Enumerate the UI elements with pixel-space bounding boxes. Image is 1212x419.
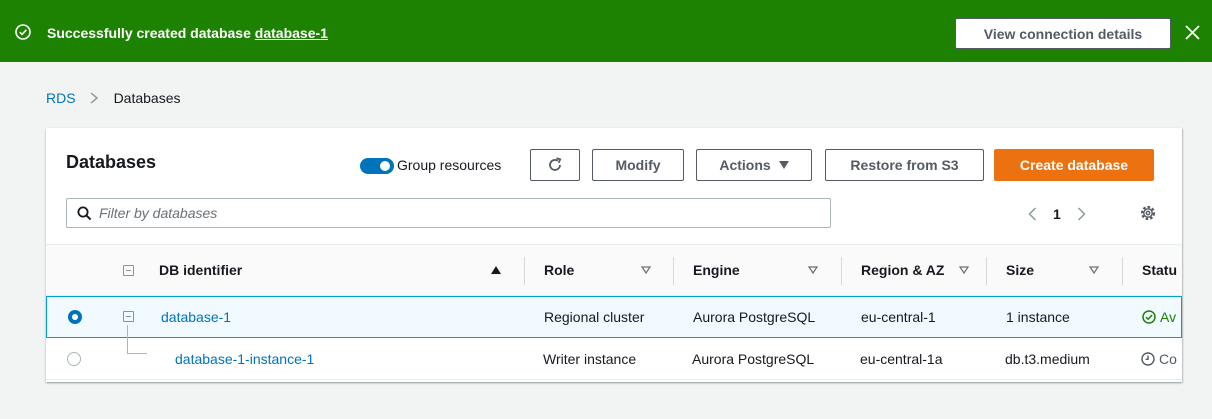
chevron-right-icon[interactable]	[1077, 207, 1086, 221]
sort-icon[interactable]	[959, 265, 969, 275]
breadcrumb-rds-link[interactable]: RDS	[46, 90, 76, 106]
collapse-all-icon[interactable]	[123, 265, 134, 276]
size-cell: 1 instance	[1006, 309, 1070, 325]
column-region-az[interactable]: Region & AZ	[861, 262, 944, 278]
region-cell: eu-central-1a	[860, 351, 943, 367]
breadcrumb-chevron-icon	[90, 92, 98, 104]
banner-message: Successfully created database database-1	[47, 25, 328, 41]
column-divider	[1122, 257, 1123, 285]
role-cell: Regional cluster	[544, 309, 645, 325]
engine-cell: Aurora PostgreSQL	[692, 351, 815, 367]
sort-icon[interactable]	[1089, 265, 1099, 275]
refresh-icon	[549, 157, 562, 171]
column-divider	[524, 257, 525, 285]
column-divider	[841, 257, 842, 285]
modify-button[interactable]: Modify	[592, 149, 684, 181]
check-circle-icon	[1142, 310, 1156, 324]
caret-down-icon	[778, 161, 789, 169]
breadcrumb-current: Databases	[113, 90, 181, 106]
chevron-left-icon[interactable]	[1028, 207, 1037, 221]
sort-icon[interactable]	[808, 265, 818, 275]
group-resources-toggle[interactable]	[360, 158, 394, 174]
row-radio[interactable]	[67, 352, 81, 366]
status-text: Co	[1159, 351, 1177, 367]
breadcrumb: RDS Databases	[46, 90, 181, 106]
banner-message-text: Successfully created database	[47, 25, 251, 41]
view-connection-details-button[interactable]: View connection details	[955, 18, 1171, 49]
table-header: DB identifier Role Engine Region & AZ Si…	[46, 244, 1182, 296]
db-identifier-link[interactable]: database-1	[161, 309, 231, 325]
banner-database-link[interactable]: database-1	[255, 25, 328, 41]
databases-panel: Databases Group resources Modify Actions…	[46, 128, 1182, 382]
column-divider	[986, 257, 987, 285]
create-database-button[interactable]: Create database	[994, 149, 1154, 181]
success-banner: Successfully created database database-1…	[0, 0, 1212, 62]
refresh-button[interactable]	[530, 149, 580, 181]
column-role[interactable]: Role	[544, 262, 574, 278]
sort-icon[interactable]	[641, 265, 651, 275]
close-icon[interactable]	[1185, 25, 1200, 40]
row-radio-selected[interactable]	[68, 310, 82, 324]
table-row[interactable]: database-1 Regional cluster Aurora Postg…	[46, 296, 1182, 338]
role-cell: Writer instance	[543, 351, 637, 367]
region-cell: eu-central-1	[861, 309, 936, 325]
page-number[interactable]: 1	[1053, 206, 1061, 222]
panel-title: Databases	[66, 152, 157, 172]
gear-icon[interactable]	[1139, 204, 1157, 222]
group-resources-label: Group resources	[397, 157, 502, 173]
column-status[interactable]: Statu	[1142, 262, 1177, 278]
actions-button[interactable]: Actions	[696, 149, 812, 181]
column-divider	[673, 257, 674, 285]
restore-from-s3-button[interactable]: Restore from S3	[825, 149, 984, 181]
table-row[interactable]: database-1-instance-1 Writer instance Au…	[46, 338, 1182, 380]
db-identifier-link[interactable]: database-1-instance-1	[175, 351, 314, 367]
actions-label: Actions	[719, 157, 771, 173]
status-cell: Co	[1141, 351, 1177, 367]
status-text: Av	[1160, 309, 1177, 325]
column-engine[interactable]: Engine	[693, 262, 740, 278]
sort-ascending-icon[interactable]	[491, 265, 501, 275]
success-check-icon	[15, 24, 31, 40]
pagination: 1	[1028, 204, 1086, 224]
column-size[interactable]: Size	[1006, 262, 1034, 278]
filter-search-input[interactable]	[99, 203, 819, 223]
status-cell: Av	[1142, 309, 1176, 325]
size-cell: db.t3.medium	[1005, 351, 1090, 367]
filter-search-box	[66, 198, 831, 228]
engine-cell: Aurora PostgreSQL	[693, 309, 816, 325]
column-db-identifier[interactable]: DB identifier	[159, 262, 242, 278]
collapse-row-icon[interactable]	[123, 311, 134, 322]
clock-icon	[1141, 352, 1155, 366]
search-icon	[77, 206, 92, 221]
